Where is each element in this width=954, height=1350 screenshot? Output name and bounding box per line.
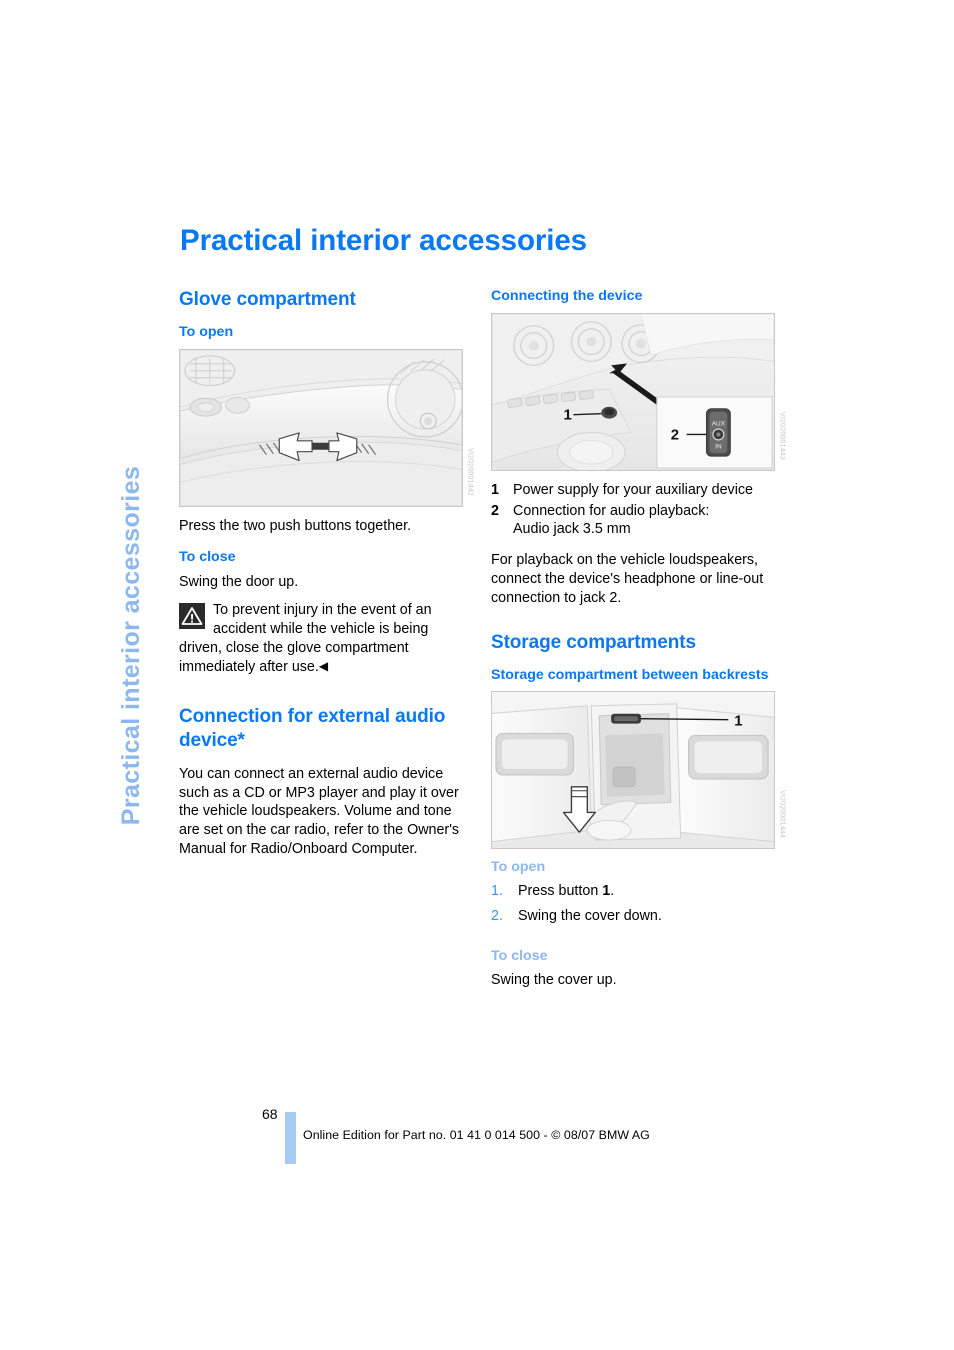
heading-storage-between-backrests: Storage compartment between backrests xyxy=(491,666,769,683)
figure-code-connecting: VI2020001443 xyxy=(778,411,786,460)
legend-number: 2 xyxy=(491,502,499,519)
figure-connecting-device: 1 AUX IN 2 VI2020001443 xyxy=(491,312,787,471)
heading-glove-to-open: To open xyxy=(179,324,234,341)
legend-item: 1 Power supply for your auxiliary device xyxy=(491,481,787,500)
text-glove-open: Press the two push buttons together. xyxy=(179,517,412,534)
side-tab: Practical interior accessories xyxy=(104,240,160,825)
manual-page: Practical interior accessories Practical… xyxy=(0,0,954,1350)
legend-text-line: Audio jack 3.5 mm xyxy=(513,521,631,538)
left-column: Glove compartment To open VI2020001442 P… xyxy=(179,288,475,872)
text-storage-close: Swing the cover up. xyxy=(491,971,617,988)
footer-accent-bar xyxy=(285,1112,296,1164)
heading-connecting-device: Connecting the device xyxy=(491,288,643,304)
footer-text: Online Edition for Part no. 01 41 0 014 … xyxy=(303,1128,650,1142)
svg-text:2: 2 xyxy=(671,427,679,443)
backrest-storage-illustration: 1 xyxy=(491,691,775,850)
legend-text: Power supply for your auxiliary device xyxy=(513,481,753,498)
step-text-bold: 1 xyxy=(602,883,611,900)
heading-glove-compartment: Glove compartment xyxy=(179,289,356,310)
warning-note: To prevent injury in the event of an acc… xyxy=(179,601,475,676)
text-external-audio: You can connect an external audio device… xyxy=(179,765,460,857)
svg-text:IN: IN xyxy=(715,443,722,450)
legend-number: 1 xyxy=(491,481,499,498)
svg-text:AUX: AUX xyxy=(712,420,726,427)
page-title: Practical interior accessories xyxy=(180,224,587,257)
step-text: Press button 1. xyxy=(518,882,787,901)
warning-triangle-glyph xyxy=(181,607,203,626)
step-marker: 1. xyxy=(491,883,503,900)
svg-text:1: 1 xyxy=(734,714,742,730)
warning-note-text: To prevent injury in the event of an acc… xyxy=(179,602,432,675)
step-text: Swing the cover down. xyxy=(518,908,662,924)
figure-code-storage: VI2020001444 xyxy=(778,790,786,839)
steps-storage-open: 1. Press button 1. 2. Swing the cover do… xyxy=(491,882,787,926)
heading-storage-to-close: To close xyxy=(491,947,548,964)
step-text-after: . xyxy=(610,883,615,900)
legend-connecting-device: 1 Power supply for your auxiliary device… xyxy=(491,481,787,539)
svg-text:1: 1 xyxy=(563,407,571,423)
warning-end-mark: ◀ xyxy=(318,658,329,673)
heading-storage-compartments: Storage compartments xyxy=(491,631,696,653)
figure-code-glove: VI2020001442 xyxy=(466,447,474,496)
step-marker: 2. xyxy=(491,908,503,924)
text-glove-close: Swing the door up. xyxy=(179,574,299,591)
text-connecting-device: For playback on the vehicle loudspeakers… xyxy=(491,552,764,606)
center-console-aux-illustration: 1 AUX IN 2 xyxy=(491,312,775,471)
figure-glove-compartment: VI2020001442 xyxy=(179,348,475,507)
step-text-before: Press button xyxy=(518,883,603,900)
heading-glove-to-close: To close xyxy=(179,548,236,565)
step-item: 2. Swing the cover down. xyxy=(491,907,787,926)
right-column: Connecting the device 1 AUX IN 2 VI20200… xyxy=(491,288,787,1002)
figure-backrest-storage: 1 VI2020001444 xyxy=(491,691,787,850)
side-tab-label: Practical interior accessories xyxy=(117,465,146,826)
legend-text: Connection for audio playback: Audio jac… xyxy=(513,502,787,540)
page-number: 68 xyxy=(262,1106,278,1122)
legend-text-line: Connection for audio playback: xyxy=(513,502,710,519)
warning-triangle-icon xyxy=(179,603,205,630)
glove-compartment-illustration xyxy=(179,348,463,507)
legend-item: 2 Connection for audio playback: Audio j… xyxy=(491,502,787,540)
heading-external-audio: Connection for external audio device* xyxy=(179,706,446,751)
step-item: 1. Press button 1. xyxy=(491,882,787,901)
heading-storage-to-open: To open xyxy=(491,859,546,876)
